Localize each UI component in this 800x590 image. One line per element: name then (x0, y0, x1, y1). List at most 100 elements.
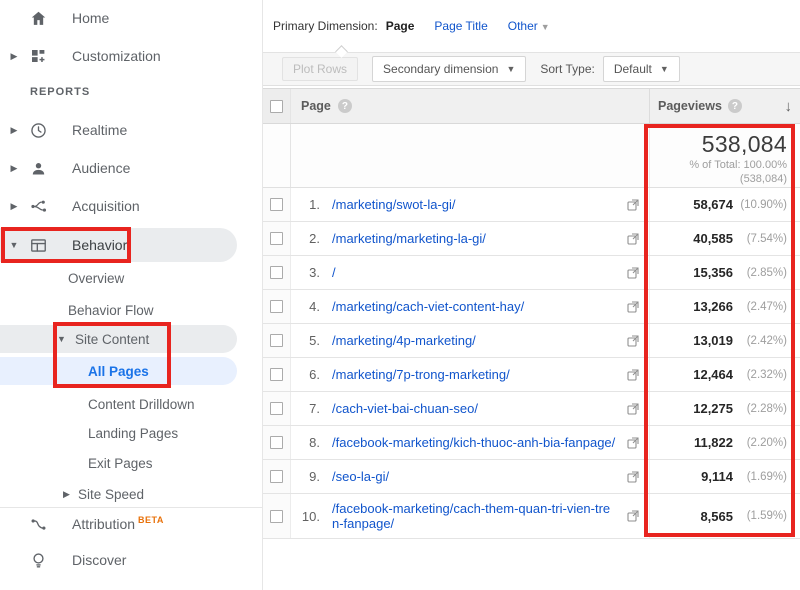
page-link[interactable]: /marketing/7p-trong-marketing/ (332, 367, 510, 382)
row-checkbox[interactable] (270, 436, 283, 449)
page-link[interactable]: / (332, 265, 336, 280)
tab-other[interactable]: Other▼ (508, 19, 550, 33)
sidebar-item-discover[interactable]: Discover (0, 546, 237, 574)
row-checkbox[interactable] (270, 198, 283, 211)
row-checkbox[interactable] (270, 402, 283, 415)
sidebar-item-label: All Pages (88, 364, 149, 379)
help-icon[interactable]: ? (728, 99, 742, 113)
page-column-header[interactable]: Page (301, 99, 331, 113)
row-checkbox[interactable] (270, 334, 283, 347)
row-index: 1. (291, 188, 329, 221)
sidebar-item-home[interactable]: Home (0, 4, 237, 32)
page-link[interactable]: /facebook-marketing/kich-thuoc-anh-bia-f… (332, 435, 615, 450)
attribution-icon (28, 514, 48, 534)
tab-page-title[interactable]: Page Title (434, 19, 487, 33)
sort-type-select[interactable]: Default▼ (603, 56, 680, 82)
reports-section-label: REPORTS (30, 86, 90, 98)
pageviews-value: 58,674 (693, 197, 733, 212)
open-in-new-icon[interactable] (617, 256, 649, 289)
sidebar-item-exit-pages[interactable]: Exit Pages (0, 449, 237, 477)
sort-descending-icon[interactable]: ↓ (785, 98, 793, 115)
sort-type-label: Sort Type: (540, 62, 594, 76)
sidebar-item-behavior[interactable]: ▼ Behavior (0, 228, 237, 262)
open-in-new-icon[interactable] (617, 324, 649, 357)
sidebar-item-overview[interactable]: Overview (0, 264, 237, 292)
open-in-new-icon[interactable] (617, 358, 649, 391)
primary-dimension-label: Primary Dimension: (273, 19, 378, 33)
sidebar-item-label: Overview (68, 271, 124, 286)
page-link[interactable]: /marketing/swot-la-gi/ (332, 197, 456, 212)
sidebar-item-site-speed[interactable]: ▶ Site Speed (0, 480, 237, 508)
home-icon (28, 8, 48, 28)
open-in-new-icon[interactable] (617, 290, 649, 323)
open-in-new-icon[interactable] (617, 426, 649, 459)
table-row: 3. / 15,356(2.85%) (263, 256, 800, 290)
open-in-new-icon[interactable] (617, 494, 649, 538)
chevron-right-icon: ▶ (8, 51, 20, 62)
pageviews-column-header[interactable]: Pageviews (658, 99, 722, 113)
pageviews-value: 8,565 (700, 509, 733, 524)
sidebar-item-content-drilldown[interactable]: Content Drilldown (0, 390, 237, 418)
sidebar-item-label: Realtime (72, 122, 127, 138)
open-in-new-icon[interactable] (617, 460, 649, 493)
pageviews-percent: (2.32%) (739, 369, 787, 381)
sidebar-item-label: Site Speed (78, 487, 144, 502)
acquisition-icon (28, 196, 48, 216)
sidebar-item-customization[interactable]: ▶ Customization (0, 42, 237, 70)
sidebar-item-site-content[interactable]: ▼ Site Content (0, 325, 237, 353)
pageviews-value: 12,464 (693, 367, 733, 382)
sidebar-item-audience[interactable]: ▶ Audience (0, 154, 237, 182)
sidebar-divider (0, 507, 262, 508)
pageviews-value: 40,585 (693, 231, 733, 246)
sidebar-item-attribution[interactable]: AttributionBETA (0, 510, 237, 538)
sidebar-item-label: Behavior (72, 237, 127, 253)
sidebar-item-label: Audience (72, 160, 130, 176)
page-link[interactable]: /seo-la-gi/ (332, 469, 389, 484)
sidebar-item-all-pages[interactable]: All Pages (0, 357, 237, 385)
row-checkbox[interactable] (270, 510, 283, 523)
plot-rows-button[interactable]: Plot Rows (282, 57, 358, 81)
row-checkbox[interactable] (270, 266, 283, 279)
page-link[interactable]: /cach-viet-bai-chuan-seo/ (332, 401, 478, 416)
row-index: 7. (291, 392, 329, 425)
pageviews-value: 13,266 (693, 299, 733, 314)
table-row: 1. /marketing/swot-la-gi/ 58,674(10.90%) (263, 188, 800, 222)
row-index: 9. (291, 460, 329, 493)
table-toolbar: Plot Rows Secondary dimension▼ Sort Type… (263, 52, 800, 86)
sidebar-item-landing-pages[interactable]: Landing Pages (0, 419, 237, 447)
secondary-dimension-button[interactable]: Secondary dimension▼ (372, 56, 526, 82)
chevron-right-icon: ▶ (63, 489, 70, 500)
pageviews-percent: (1.59%) (739, 510, 787, 522)
help-icon[interactable]: ? (338, 99, 352, 113)
page-link[interactable]: /marketing/4p-marketing/ (332, 333, 476, 348)
open-in-new-icon[interactable] (617, 222, 649, 255)
row-checkbox[interactable] (270, 300, 283, 313)
row-index: 6. (291, 358, 329, 391)
table-header-row: Page ? Pageviews ? ↓ (263, 88, 800, 124)
row-checkbox[interactable] (270, 232, 283, 245)
chevron-down-icon: ▼ (8, 240, 20, 250)
pageviews-value: 9,114 (701, 469, 733, 484)
open-in-new-icon[interactable] (617, 392, 649, 425)
row-checkbox[interactable] (270, 368, 283, 381)
person-icon (28, 158, 48, 178)
pageviews-percent: (1.69%) (739, 471, 787, 483)
sidebar-item-realtime[interactable]: ▶ Realtime (0, 116, 237, 144)
clock-icon (28, 120, 48, 140)
sidebar-item-acquisition[interactable]: ▶ Acquisition (0, 192, 237, 220)
page-link[interactable]: /marketing/cach-viet-content-hay/ (332, 299, 524, 314)
chevron-down-icon: ▼ (57, 334, 66, 344)
pages-table: Page ? Pageviews ? ↓ 538,084 % of Total:… (263, 88, 800, 539)
sidebar-item-label: AttributionBETA (72, 516, 164, 532)
page-link[interactable]: /marketing/marketing-la-gi/ (332, 231, 486, 246)
tab-page[interactable]: Page (386, 19, 415, 33)
open-in-new-icon[interactable] (617, 188, 649, 221)
pageviews-percent: (7.54%) (739, 233, 787, 245)
pageviews-value: 13,019 (693, 333, 733, 348)
select-all-checkbox[interactable] (270, 100, 283, 113)
page-link[interactable]: /facebook-marketing/cach-them-quan-tri-v… (332, 501, 617, 531)
sidebar-item-behavior-flow[interactable]: Behavior Flow (0, 296, 237, 324)
row-checkbox[interactable] (270, 470, 283, 483)
pageviews-percent: (2.47%) (739, 301, 787, 313)
total-raw: (538,084) (650, 172, 787, 186)
